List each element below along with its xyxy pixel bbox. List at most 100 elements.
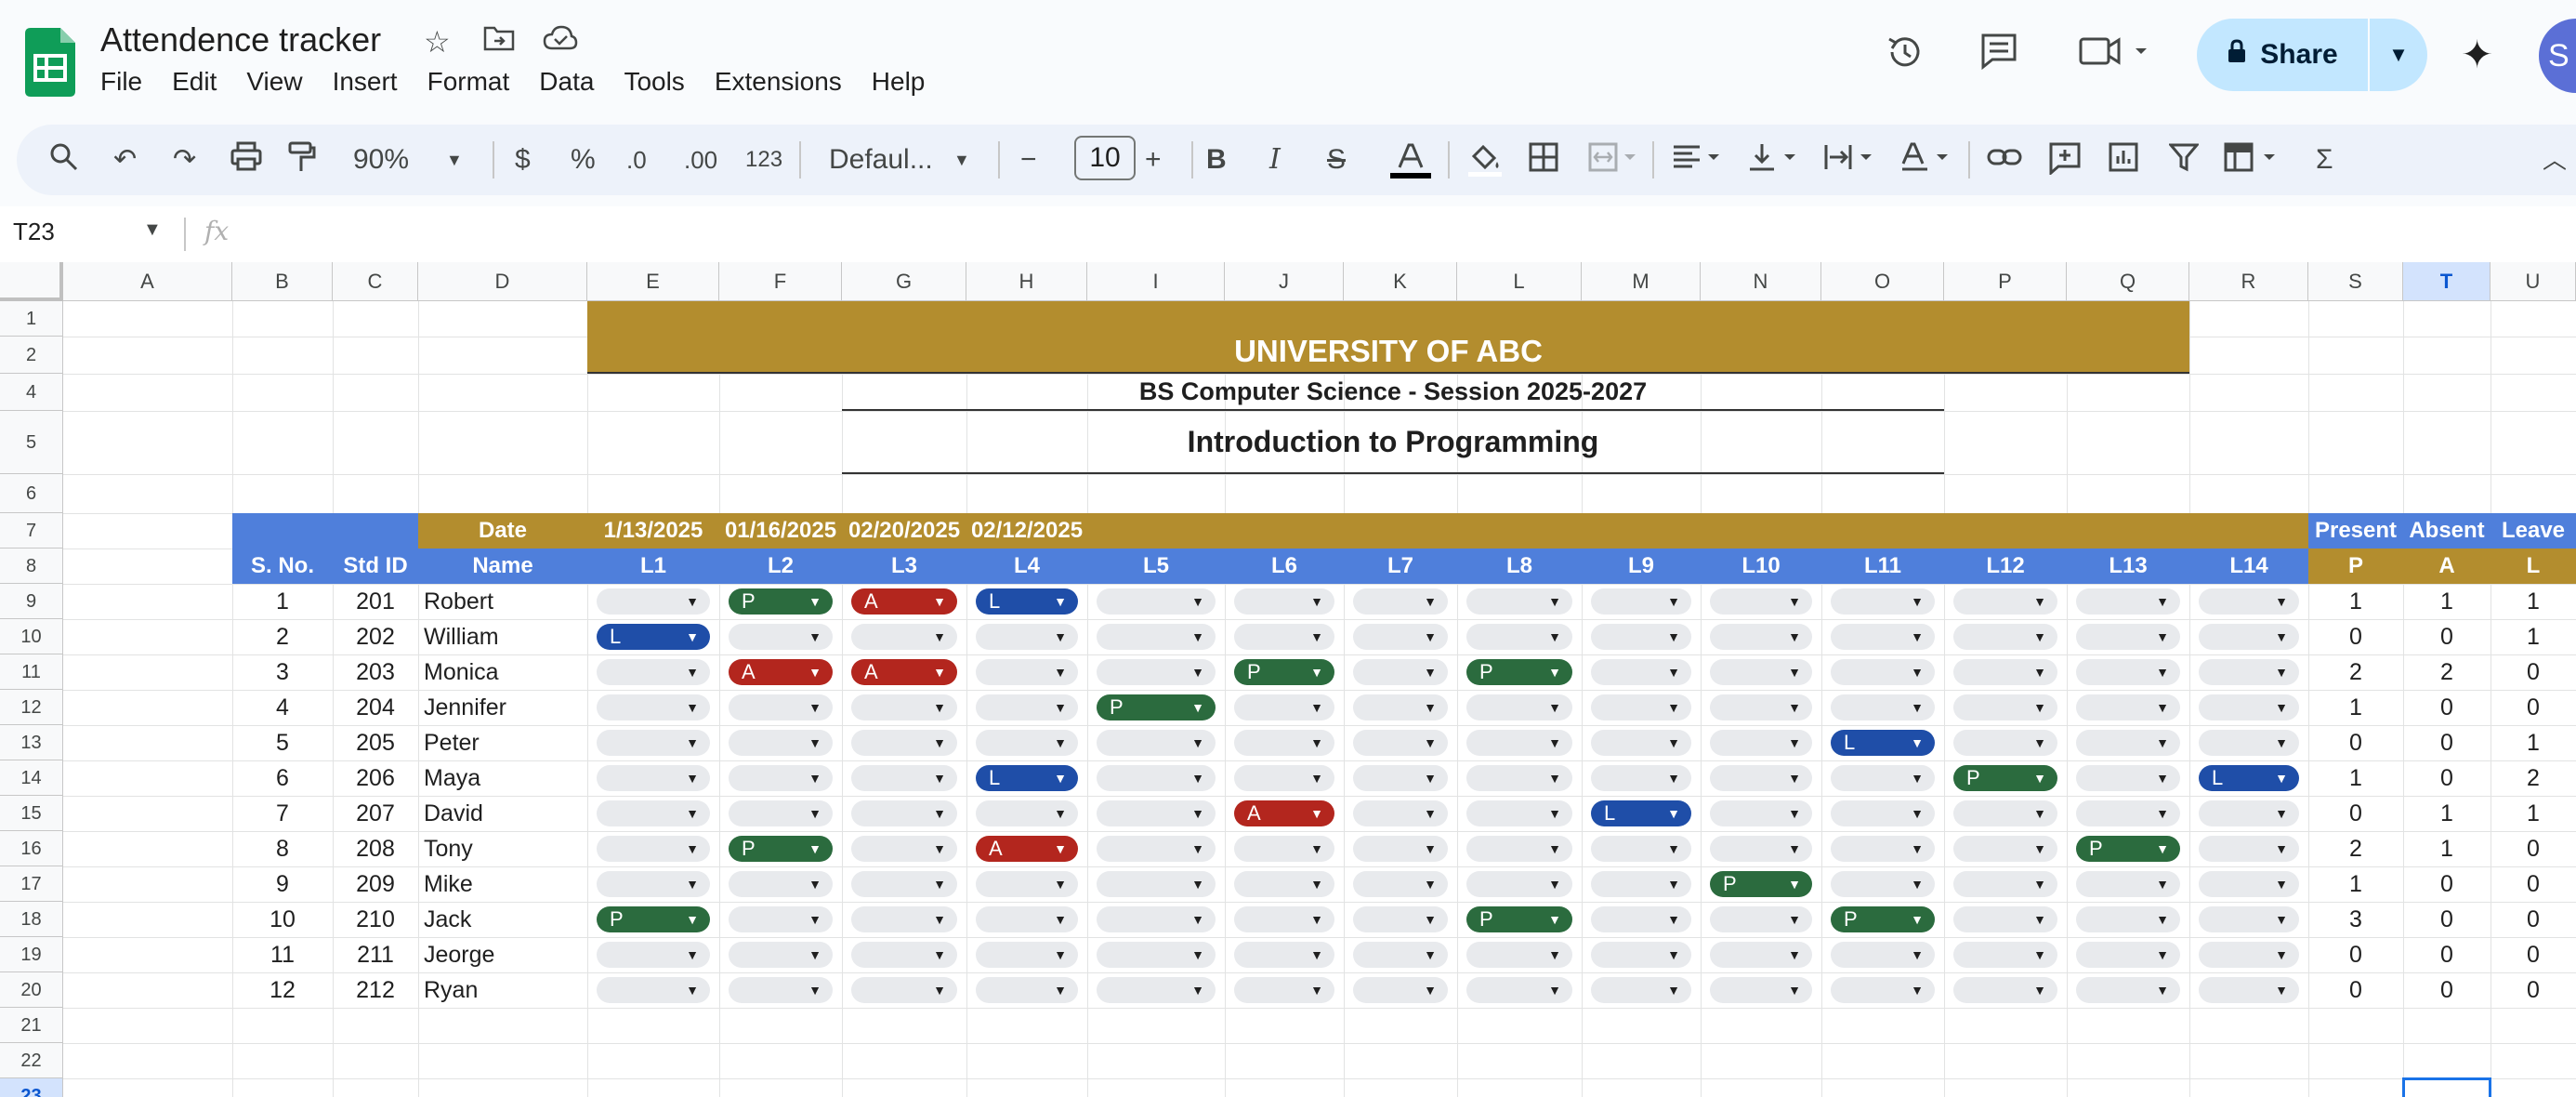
attendance-dropdown[interactable]: ▼ (597, 730, 710, 756)
attendance-dropdown[interactable]: ▼ (1234, 730, 1334, 756)
attendance-dropdown[interactable]: ▼ (1466, 588, 1572, 615)
attendance-dropdown[interactable]: ▼ (1591, 871, 1691, 897)
attendance-dropdown[interactable]: ▼ (2199, 836, 2299, 862)
attendance-dropdown[interactable]: ▼ (1097, 942, 1216, 968)
attendance-dropdown[interactable]: ▼ (976, 906, 1078, 932)
name-box[interactable]: T23 (13, 218, 55, 246)
column-header-a[interactable]: A (63, 262, 232, 301)
attendance-dropdown[interactable]: ▼ (1591, 624, 1691, 650)
move-folder-icon[interactable] (483, 24, 515, 59)
decrease-decimal-button[interactable]: .0 (626, 141, 647, 178)
column-header-n[interactable]: N (1701, 262, 1821, 301)
attendance-dropdown[interactable]: ▼ (1831, 624, 1935, 650)
column-header-h[interactable]: H (966, 262, 1087, 301)
attendance-dropdown[interactable]: ▼ (1353, 800, 1448, 826)
attendance-dropdown[interactable]: ▼ (1234, 871, 1334, 897)
attendance-dropdown[interactable]: ▼ (1953, 694, 2057, 720)
attendance-dropdown[interactable]: ▼ (851, 624, 957, 650)
fill-color-icon[interactable] (1466, 141, 1504, 189)
attendance-dropdown[interactable]: ▼ (1953, 730, 2057, 756)
document-title[interactable]: Attendence tracker (100, 20, 381, 59)
attendance-dropdown[interactable]: ▼ (729, 977, 833, 1003)
attendance-dropdown[interactable]: ▼ (1234, 977, 1334, 1003)
row-header-1[interactable]: 1 (0, 301, 63, 337)
undo-icon[interactable]: ↶ (113, 141, 137, 178)
attendance-dropdown[interactable]: ▼ (1353, 659, 1448, 685)
currency-format-button[interactable]: $ (515, 141, 531, 178)
column-header-j[interactable]: J (1225, 262, 1344, 301)
attendance-dropdown[interactable]: ▼ (2076, 977, 2180, 1003)
decrease-font-size-icon[interactable]: − (1020, 141, 1037, 178)
attendance-dropdown[interactable]: ▼ (976, 800, 1078, 826)
row-header-10[interactable]: 10 (0, 619, 63, 654)
font-chevron-down-icon[interactable]: ▼ (953, 141, 970, 178)
column-header-c[interactable]: C (333, 262, 418, 301)
attendance-dropdown[interactable]: ▼ (1353, 588, 1448, 615)
attendance-dropdown[interactable]: P ▼ (2076, 836, 2180, 862)
menu-format[interactable]: Format (427, 67, 510, 104)
attendance-dropdown[interactable]: A ▼ (851, 659, 957, 685)
zoom-chevron-down-icon[interactable]: ▼ (446, 141, 463, 178)
attendance-dropdown[interactable]: ▼ (1466, 800, 1572, 826)
attendance-dropdown[interactable]: ▼ (729, 942, 833, 968)
attendance-dropdown[interactable]: ▼ (2199, 871, 2299, 897)
attendance-dropdown[interactable]: ▼ (2076, 800, 2180, 826)
attendance-dropdown[interactable]: ▼ (729, 624, 833, 650)
version-history-icon[interactable] (1885, 32, 1925, 82)
attendance-dropdown[interactable]: ▼ (1097, 588, 1216, 615)
search-menus-icon[interactable] (48, 141, 80, 183)
column-header-d[interactable]: D (418, 262, 587, 301)
row-header-23[interactable]: 23 (0, 1078, 63, 1097)
menu-view[interactable]: View (246, 67, 302, 104)
attendance-dropdown[interactable]: ▼ (1953, 588, 2057, 615)
attendance-dropdown[interactable]: ▼ (851, 694, 957, 720)
attendance-dropdown[interactable]: ▼ (1466, 942, 1572, 968)
selected-cell[interactable] (2402, 1077, 2491, 1097)
attendance-dropdown[interactable]: ▼ (851, 871, 957, 897)
borders-icon[interactable] (1528, 141, 1559, 183)
attendance-dropdown[interactable]: ▼ (976, 730, 1078, 756)
attendance-dropdown[interactable]: ▼ (2076, 765, 2180, 791)
column-header-t[interactable]: T (2403, 262, 2491, 301)
zoom-select[interactable]: 90% (353, 141, 409, 178)
attendance-dropdown[interactable]: ▼ (729, 906, 833, 932)
font-size-input[interactable]: 10 (1074, 136, 1136, 180)
attendance-dropdown[interactable]: ▼ (729, 765, 833, 791)
attendance-dropdown[interactable]: ▼ (851, 800, 957, 826)
row-header-8[interactable]: 8 (0, 548, 63, 584)
attendance-dropdown[interactable]: ▼ (1466, 871, 1572, 897)
attendance-dropdown[interactable]: ▼ (1097, 800, 1216, 826)
attendance-dropdown[interactable]: ▼ (851, 836, 957, 862)
attendance-dropdown[interactable]: ▼ (1953, 659, 2057, 685)
attendance-dropdown[interactable]: ▼ (851, 977, 957, 1003)
attendance-dropdown[interactable]: ▼ (1831, 977, 1935, 1003)
attendance-dropdown[interactable]: ▼ (851, 942, 957, 968)
row-header-4[interactable]: 4 (0, 374, 63, 411)
sheets-logo-icon[interactable] (25, 28, 75, 97)
attendance-dropdown[interactable]: ▼ (1831, 942, 1935, 968)
attendance-dropdown[interactable]: L ▼ (1831, 730, 1935, 756)
attendance-dropdown[interactable]: ▼ (2076, 906, 2180, 932)
attendance-dropdown[interactable]: ▼ (597, 800, 710, 826)
row-header-19[interactable]: 19 (0, 937, 63, 972)
select-all-corner[interactable] (0, 262, 63, 301)
attendance-dropdown[interactable]: P ▼ (1831, 906, 1935, 932)
attendance-dropdown[interactable]: ▼ (729, 694, 833, 720)
row-header-14[interactable]: 14 (0, 760, 63, 796)
attendance-dropdown[interactable]: ▼ (2076, 624, 2180, 650)
attendance-dropdown[interactable]: ▼ (2076, 730, 2180, 756)
attendance-dropdown[interactable]: ▼ (2199, 800, 2299, 826)
attendance-dropdown[interactable]: ▼ (1353, 836, 1448, 862)
row-header-16[interactable]: 16 (0, 831, 63, 866)
attendance-dropdown[interactable]: ▼ (1466, 836, 1572, 862)
collapse-toolbar-chevron-up-icon[interactable]: ︿ (2543, 141, 2567, 178)
attendance-dropdown[interactable]: ▼ (851, 906, 957, 932)
attendance-dropdown[interactable]: ▼ (1591, 765, 1691, 791)
row-header-18[interactable]: 18 (0, 902, 63, 937)
menu-help[interactable]: Help (872, 67, 926, 104)
attendance-dropdown[interactable]: ▼ (597, 659, 710, 685)
attendance-dropdown[interactable]: A ▼ (729, 659, 833, 685)
menu-extensions[interactable]: Extensions (715, 67, 842, 104)
share-button[interactable]: Share (2197, 19, 2368, 91)
attendance-dropdown[interactable]: ▼ (1591, 659, 1691, 685)
